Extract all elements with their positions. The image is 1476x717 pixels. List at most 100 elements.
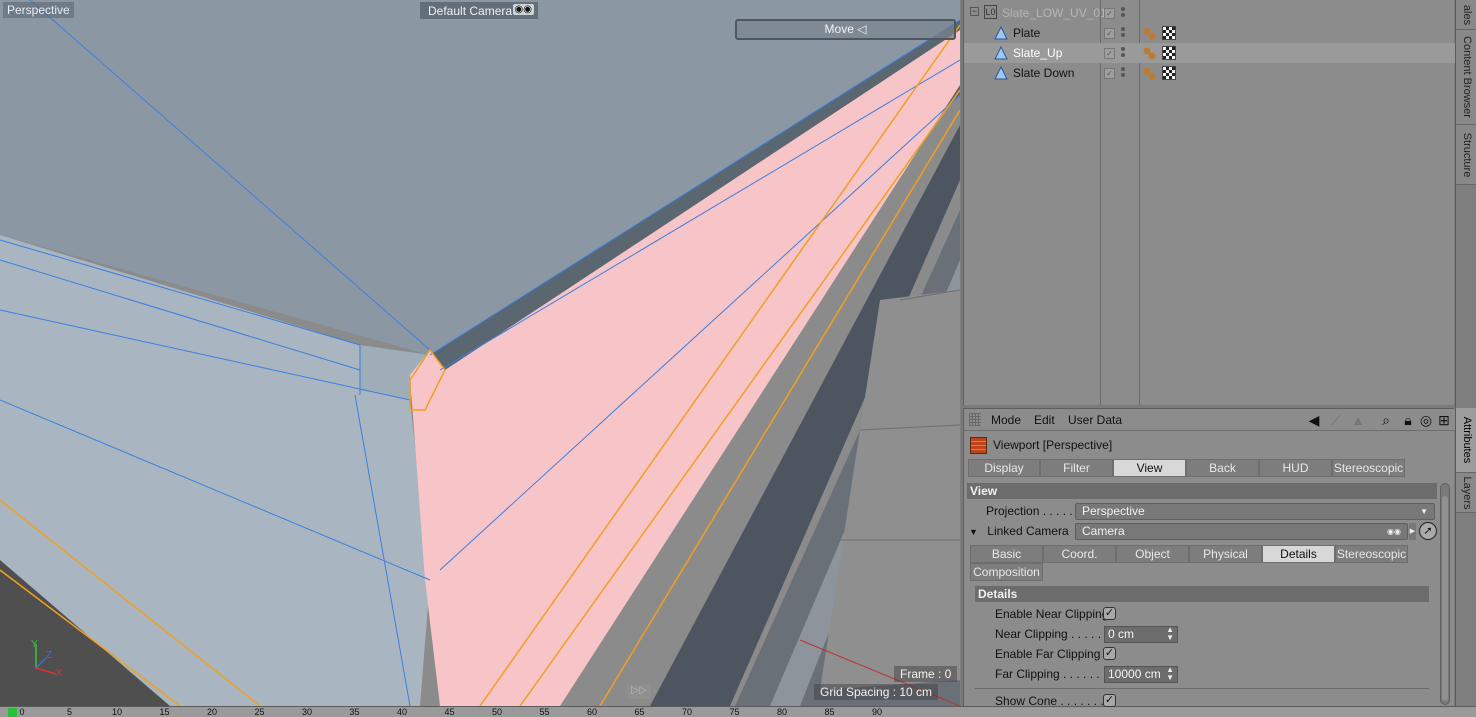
camera-label[interactable]: Default Camera ◉◉ [420,2,538,19]
pick-object-icon[interactable]: ➚ [1419,522,1437,540]
tab-back[interactable]: Back [1186,459,1259,477]
linked-camera-value: Camera [1082,524,1125,538]
collapse-toggle-icon[interactable]: − [970,7,979,16]
phong-tag-icon[interactable] [1142,66,1157,81]
axis-x-label: X [56,668,63,679]
object-name[interactable]: Slate Down [1013,66,1074,80]
timeline-tick-label: 35 [349,707,360,717]
timeline-tick-label: 5 [67,707,73,717]
tab-filter[interactable]: Filter [1040,459,1113,477]
far-clipping-input[interactable]: 10000 cm ▲ ▼ [1104,666,1178,683]
phong-tag-icon[interactable] [1142,26,1157,41]
tab-structure-label: Structure [1460,132,1473,177]
layer-check-icon[interactable]: ✓ [1104,28,1115,39]
object-manager[interactable]: − L0 Slate_LOW_UV_01 ✓ Plate ✓ Slate_Up … [963,0,1455,405]
viewport-perspective[interactable]: Perspective Default Camera ◉◉ Move ◁ Fra… [0,0,960,706]
tab-coord[interactable]: Coord. [1043,545,1116,563]
timeline-ruler[interactable]: 0 5 10 15 20 25 30 35 40 45 50 55 60 65 70 75 80 85 90 [0,706,1476,717]
tab-structure[interactable]: Structure [1456,125,1476,185]
object-row-plate[interactable]: Plate ✓ [964,23,1455,43]
near-clipping-value: 0 cm [1108,627,1135,641]
visibility-dots-icon[interactable] [1121,67,1125,79]
stepper-icon[interactable]: ▲ ▼ [1166,626,1174,642]
axis-gizmo: Y Z X [31,639,63,679]
section-view-header[interactable]: View [967,483,1437,499]
history-arrow-icon[interactable]: ⟋ [1328,412,1344,429]
tab-stereoscopic[interactable]: Stereoscopic [1332,459,1405,477]
material-tag-icon[interactable] [1162,46,1176,60]
object-name[interactable]: Slate_LOW_UV_01 [1002,6,1107,20]
tab-view[interactable]: View [1113,459,1186,477]
object-name[interactable]: Plate [1013,26,1040,40]
new-panel-icon[interactable]: ⊞ [1436,412,1452,429]
chevron-down-icon: ▼ [1420,507,1428,516]
tab-layers[interactable]: Layers [1456,473,1476,513]
fast-forward-icon[interactable]: ▷▷ [627,685,651,699]
target-icon[interactable]: ◎ [1418,412,1434,429]
stepper-icon[interactable]: ▲ ▼ [1166,666,1174,682]
material-tag-icon[interactable] [1162,66,1176,80]
show-cone-checkbox[interactable]: ✓ [1103,694,1116,707]
grid-spacing-readout: Grid Spacing : 10 cm [814,684,939,700]
timeline-current-frame-marker[interactable] [8,708,17,717]
tab-display[interactable]: Display [968,459,1040,477]
menu-user-data[interactable]: User Data [1068,413,1122,427]
move-tool-hud[interactable]: Move ◁ [735,19,956,40]
frame-readout: Frame : 0 [894,666,958,682]
tab-basic[interactable]: Basic [970,545,1043,563]
timeline-tick-label: 20 [207,707,218,717]
phong-tag-icon[interactable] [1142,46,1157,61]
forward-arrow-icon[interactable]: ▲ [1350,412,1366,428]
enable-far-clipping-checkbox[interactable]: ✓ [1103,647,1116,660]
viewport-scene[interactable] [0,0,960,706]
near-clipping-input[interactable]: 0 cm ▲ ▼ [1104,626,1178,643]
timeline-tick-label: 0 [19,707,25,717]
scrollbar-thumb[interactable] [1442,496,1448,701]
polygon-object-icon [994,26,1008,40]
polygon-object-icon [994,66,1008,80]
attributes-manager[interactable]: Mode Edit User Data ◀ ⟋ ▲ ⌕ 🔒︎ ◎ ⊞ Viewp… [963,408,1455,708]
tab-hud[interactable]: HUD [1259,459,1332,477]
timeline-tick-label: 90 [872,707,883,717]
attributes-scrollbar[interactable] [1440,483,1450,705]
timeline-tick-label: 55 [539,707,550,717]
lock-icon[interactable]: 🔒︎ [1400,412,1416,429]
visibility-dots-icon[interactable] [1121,7,1125,19]
section-details-header[interactable]: Details [975,586,1429,602]
visibility-dots-icon[interactable] [1121,27,1125,39]
linked-camera-field[interactable]: Camera ◉◉ [1075,523,1408,540]
timeline-tick-label: 65 [634,707,645,717]
search-icon[interactable]: ⌕ [1378,412,1394,429]
object-name[interactable]: Slate_Up [1013,46,1062,60]
projection-dropdown[interactable]: Perspective ▼ [1075,503,1435,520]
menu-edit[interactable]: Edit [1034,413,1055,427]
expand-triangle-icon[interactable]: ▼ [969,527,978,537]
tab-details[interactable]: Details [1262,545,1335,563]
layer-check-icon[interactable]: ✓ [1104,8,1115,19]
camera-tabs: Basic Coord. Object Physical Details Ste… [970,545,1408,563]
tab-camera-stereoscopic[interactable]: Stereoscopic [1335,545,1408,563]
tab-object[interactable]: Object [1116,545,1189,563]
material-tag-icon[interactable] [1162,26,1176,40]
tab-takes[interactable]: ales [1456,0,1476,30]
timeline-tick-label: 80 [777,707,788,717]
object-row-slate-up[interactable]: Slate_Up ✓ [964,43,1455,63]
tab-content-browser[interactable]: Content Browser [1456,30,1476,125]
link-arrow-icon[interactable]: ▶ [1409,523,1416,540]
visibility-dots-icon[interactable] [1121,47,1125,59]
tab-attributes[interactable]: Attributes [1456,408,1476,473]
layer-check-icon[interactable]: ✓ [1104,48,1115,59]
object-row-slate-down[interactable]: Slate Down ✓ [964,63,1455,83]
camera-tabs-row2: Composition [970,563,1043,581]
object-row-slate-low-uv[interactable]: − L0 Slate_LOW_UV_01 ✓ [964,3,1455,23]
camera-icon[interactable]: ◉◉ [512,4,534,15]
tab-composition[interactable]: Composition [970,563,1043,581]
back-arrow-icon[interactable]: ◀ [1306,412,1322,429]
tab-physical[interactable]: Physical [1189,545,1262,563]
enable-near-clipping-checkbox[interactable]: ✓ [1103,607,1116,620]
camera-3d-icon: ◉◉ [1387,527,1401,536]
panel-grip-icon[interactable] [969,413,981,426]
viewport-name-label[interactable]: Perspective [3,2,74,18]
menu-mode[interactable]: Mode [991,413,1021,427]
layer-check-icon[interactable]: ✓ [1104,68,1115,79]
